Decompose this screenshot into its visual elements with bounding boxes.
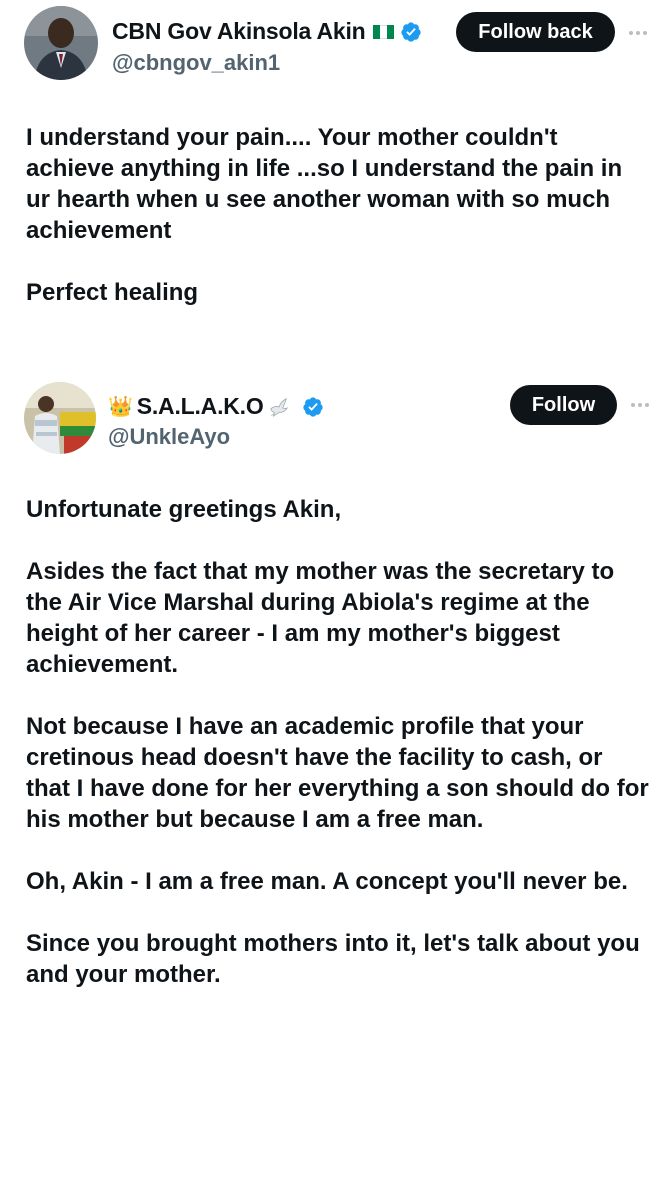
more-horizontal-icon[interactable] — [629, 31, 647, 35]
tweet-paragraph: Asides the fact that my mother was the s… — [26, 558, 615, 678]
author-name[interactable]: CBN Gov Akinsola Akin — [112, 18, 366, 45]
author-handle[interactable]: @cbngov_akin1 — [112, 50, 280, 76]
tweet-header: CBN Gov Akinsola Akin @cbngov_akin1 Foll… — [0, 0, 660, 80]
tweet-1: CBN Gov Akinsola Akin @cbngov_akin1 Foll… — [0, 0, 660, 306]
follow-back-button[interactable]: Follow back — [456, 12, 615, 52]
avatar[interactable] — [24, 382, 96, 454]
dove-icon — [269, 397, 288, 417]
tweet-paragraph: Perfect healing — [26, 279, 199, 306]
tweet-text: I understand your pain.... Your mother c… — [26, 122, 648, 308]
tweet-header: 👑 S.A.L.A.K.O @UnkleAyo Follow — [0, 378, 660, 458]
tweet-text: Unfortunate greetings Akin, Asides the f… — [26, 494, 652, 990]
tweet-paragraph: I understand your pain.... Your mother c… — [26, 124, 623, 244]
author-name-line: CBN Gov Akinsola Akin — [112, 18, 422, 45]
avatar[interactable] — [24, 6, 98, 80]
tweet-paragraph: Since you brought mothers into it, let's… — [26, 930, 640, 988]
crown-icon: 👑 — [108, 395, 133, 418]
author-handle[interactable]: @UnkleAyo — [108, 424, 230, 450]
author-name[interactable]: S.A.L.A.K.O — [137, 393, 264, 420]
nigeria-flag-icon — [372, 24, 394, 39]
verified-badge-icon — [302, 396, 323, 417]
tweet-2: 👑 S.A.L.A.K.O @UnkleAyo Follow Unfortuna… — [0, 378, 660, 988]
more-horizontal-icon[interactable] — [631, 403, 649, 407]
tweet-paragraph: Unfortunate greetings Akin, — [26, 496, 342, 523]
verified-badge-icon — [400, 21, 421, 42]
author-name-line: 👑 S.A.L.A.K.O — [108, 393, 324, 420]
tweet-paragraph: Not because I have an academic profile t… — [26, 713, 649, 833]
follow-button[interactable]: Follow — [510, 385, 617, 425]
tweet-paragraph: Oh, Akin - I am a free man. A concept yo… — [26, 868, 628, 895]
